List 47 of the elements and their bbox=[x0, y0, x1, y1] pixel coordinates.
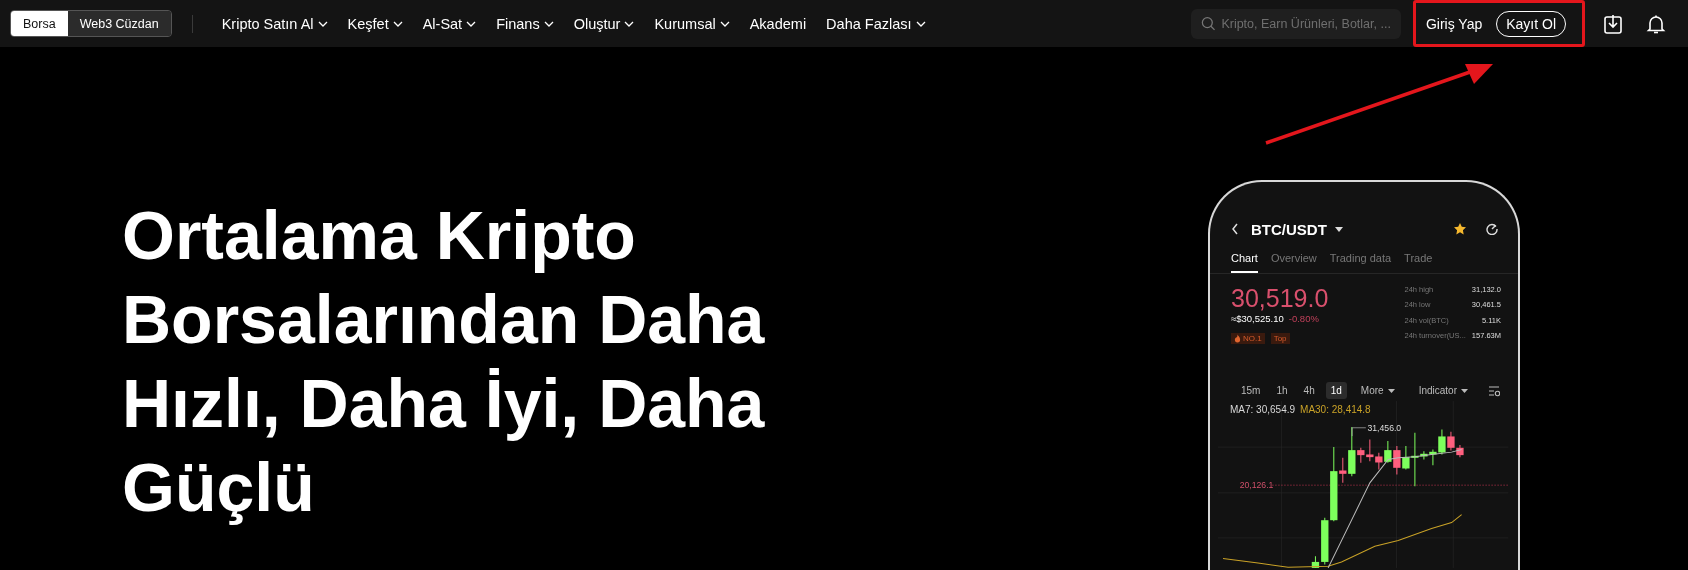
download-button[interactable] bbox=[1603, 13, 1623, 34]
nav-menu-item[interactable]: Akademi bbox=[739, 15, 817, 32]
chart-tab[interactable]: Trade bbox=[1404, 248, 1433, 273]
caret-icon bbox=[1461, 388, 1468, 393]
nav-menu-item[interactable]: Kripto Satın Al bbox=[211, 15, 338, 32]
pair-name: BTC/USDT bbox=[1251, 220, 1327, 238]
chart-settings-icon[interactable] bbox=[1488, 384, 1500, 397]
nav-menu-item[interactable]: Kurumsal bbox=[644, 15, 740, 32]
fiat-price: ≈$30,525.10 bbox=[1231, 313, 1284, 324]
price-value: 30,519.0 bbox=[1231, 284, 1330, 312]
caret-icon bbox=[1387, 388, 1395, 393]
back-icon[interactable] bbox=[1231, 223, 1239, 235]
search-icon bbox=[1200, 16, 1216, 31]
hero-heading: Ortalama Kripto Borsalarından Daha Hızlı, Daha İyi, Daha Güçlü bbox=[122, 196, 766, 527]
mode-tab[interactable]: Borsa bbox=[11, 11, 68, 36]
flame-icon bbox=[1234, 334, 1241, 343]
chart-tab[interactable]: Overview bbox=[1270, 248, 1317, 273]
nav-menu-item[interactable]: Finans bbox=[486, 15, 564, 32]
chart-menu-dropdown[interactable]: More bbox=[1360, 385, 1395, 396]
nav-menu-item[interactable]: Keşfet bbox=[337, 15, 413, 32]
tag: Top bbox=[1270, 333, 1290, 344]
chart-tab[interactable]: Trading data bbox=[1329, 248, 1392, 273]
nav-menu-item[interactable]: Al-Sat bbox=[412, 15, 487, 32]
timeframe-tab[interactable]: 1h bbox=[1271, 382, 1293, 399]
search-field[interactable]: Kripto, Earn Ürünleri, Botlar, ... bbox=[1190, 8, 1401, 39]
nav-menu-item[interactable]: Oluştur bbox=[563, 15, 645, 32]
chart-menu-dropdown[interactable]: Indicator bbox=[1418, 385, 1468, 396]
notification-button[interactable] bbox=[1646, 13, 1666, 34]
star-icon[interactable] bbox=[1454, 223, 1466, 235]
price-change: -0.80% bbox=[1288, 313, 1319, 324]
nav-menu-item[interactable]: Daha Fazlası bbox=[816, 15, 936, 32]
moving-average-label: MA30: 28,414.8 bbox=[1300, 404, 1371, 415]
high-price-label: 31,456.0 bbox=[1367, 422, 1402, 433]
moving-average-label: MA7: 30,654.9 bbox=[1230, 404, 1296, 415]
timeframe-tab[interactable]: 1d bbox=[1325, 382, 1347, 399]
price-line-label: 20,126.1 bbox=[1239, 480, 1274, 491]
mode-tab[interactable]: Web3 Cüzdan bbox=[67, 11, 171, 36]
leader-line bbox=[1351, 427, 1367, 437]
login-link[interactable]: Giriş Yap bbox=[1425, 15, 1483, 32]
tag: NO.1 bbox=[1231, 333, 1265, 344]
bell-icon bbox=[1646, 13, 1666, 34]
refresh-icon[interactable] bbox=[1486, 223, 1498, 235]
chart-tab[interactable]: Chart bbox=[1231, 248, 1258, 273]
timeframe-tab[interactable]: 4h bbox=[1298, 382, 1320, 399]
caret-icon[interactable] bbox=[1334, 226, 1343, 232]
timeframe-tab[interactable]: 15m bbox=[1236, 382, 1266, 399]
download-icon bbox=[1603, 13, 1623, 34]
